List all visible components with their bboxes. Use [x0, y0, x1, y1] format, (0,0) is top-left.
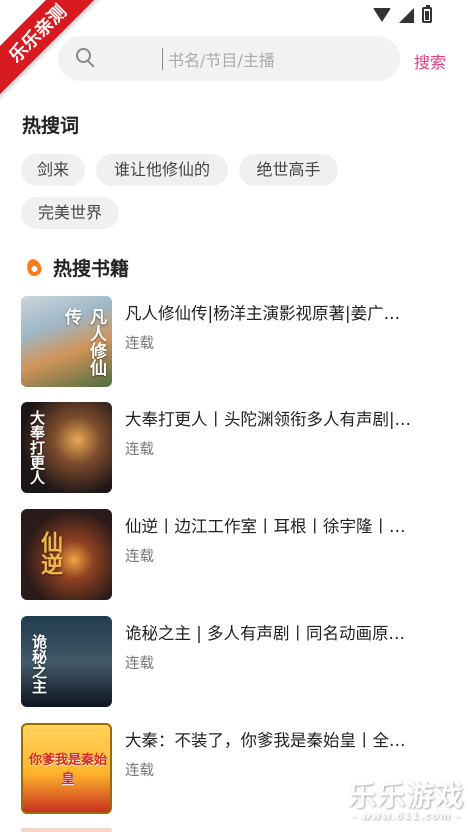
hot-word-chip[interactable]: 剑来 — [21, 154, 85, 186]
book-title: 凡人修仙传|杨洋主演影视原著|姜广… — [125, 304, 401, 323]
hot-books-header: 热搜书籍 — [24, 255, 130, 280]
search-icon — [76, 48, 91, 63]
hot-search-words-title: 热搜词 — [22, 115, 80, 137]
hot-word-chip[interactable]: 完美世界 — [21, 197, 119, 229]
book-status: 连载 — [125, 763, 154, 779]
signal-icon — [399, 7, 414, 23]
search-bar[interactable] — [58, 36, 400, 81]
book-cover: 凡人修仙传 — [21, 296, 112, 387]
book-status: 连载 — [125, 549, 154, 565]
hot-books-title: 热搜书籍 — [53, 257, 130, 280]
book-title: 大奉打更人丨头陀渊领衔多人有声剧|… — [125, 410, 412, 429]
cover-title: 诡秘之主 — [30, 634, 48, 694]
book-item[interactable]: 凡人修仙传 凡人修仙传|杨洋主演影视原著|姜广… 连载 — [21, 296, 451, 388]
hot-word-chip[interactable]: 谁让他修仙的 — [96, 154, 228, 186]
book-title: 仙逆丨边江工作室丨耳根丨徐宇隆丨… — [125, 517, 406, 536]
book-status: 连载 — [125, 442, 154, 458]
fire-icon — [24, 256, 44, 278]
watermark-main: 乐乐游戏 — [347, 779, 464, 812]
cover-title: 仙逆 — [37, 531, 62, 575]
wifi-icon — [373, 8, 391, 22]
battery-icon — [422, 5, 432, 23]
cover-title: 大奉打更人 — [28, 410, 46, 485]
book-item[interactable]: 大奉打更人 大奉打更人丨头陀渊领衔多人有声剧|… 连载 — [21, 402, 451, 494]
book-cover: 你爹我是秦始皇 — [21, 723, 112, 814]
book-item[interactable]: 诡秘之主 诡秘之主 | 多人有声剧丨同名动画原… 连载 — [21, 616, 451, 708]
hot-word-chip[interactable]: 绝世高手 — [239, 154, 338, 186]
book-cover — [21, 828, 112, 832]
book-cover: 大奉打更人 — [21, 402, 112, 493]
watermark-sub: - www.611.com - — [351, 811, 461, 822]
text-caret — [162, 48, 163, 70]
search-button[interactable]: 搜索 — [414, 49, 446, 73]
book-title: 大秦：不装了，你爹我是秦始皇丨全… — [125, 731, 406, 750]
book-status: 连载 — [125, 336, 154, 352]
watermark: 乐乐游戏 - www.611.com - — [346, 781, 466, 829]
search-input[interactable] — [166, 47, 390, 73]
cover-title: 凡人修仙传 — [61, 308, 106, 376]
book-title: 诡秘之主 | 多人有声剧丨同名动画原… — [125, 624, 406, 643]
status-icons — [373, 5, 432, 23]
cover-title: 你爹我是秦始皇 — [28, 753, 107, 787]
book-item[interactable]: 仙逆 仙逆丨边江工作室丨耳根丨徐宇隆丨… 连载 — [21, 509, 451, 601]
book-cover: 仙逆 — [21, 509, 112, 600]
book-cover: 诡秘之主 — [21, 616, 112, 707]
book-status: 连载 — [125, 656, 154, 672]
